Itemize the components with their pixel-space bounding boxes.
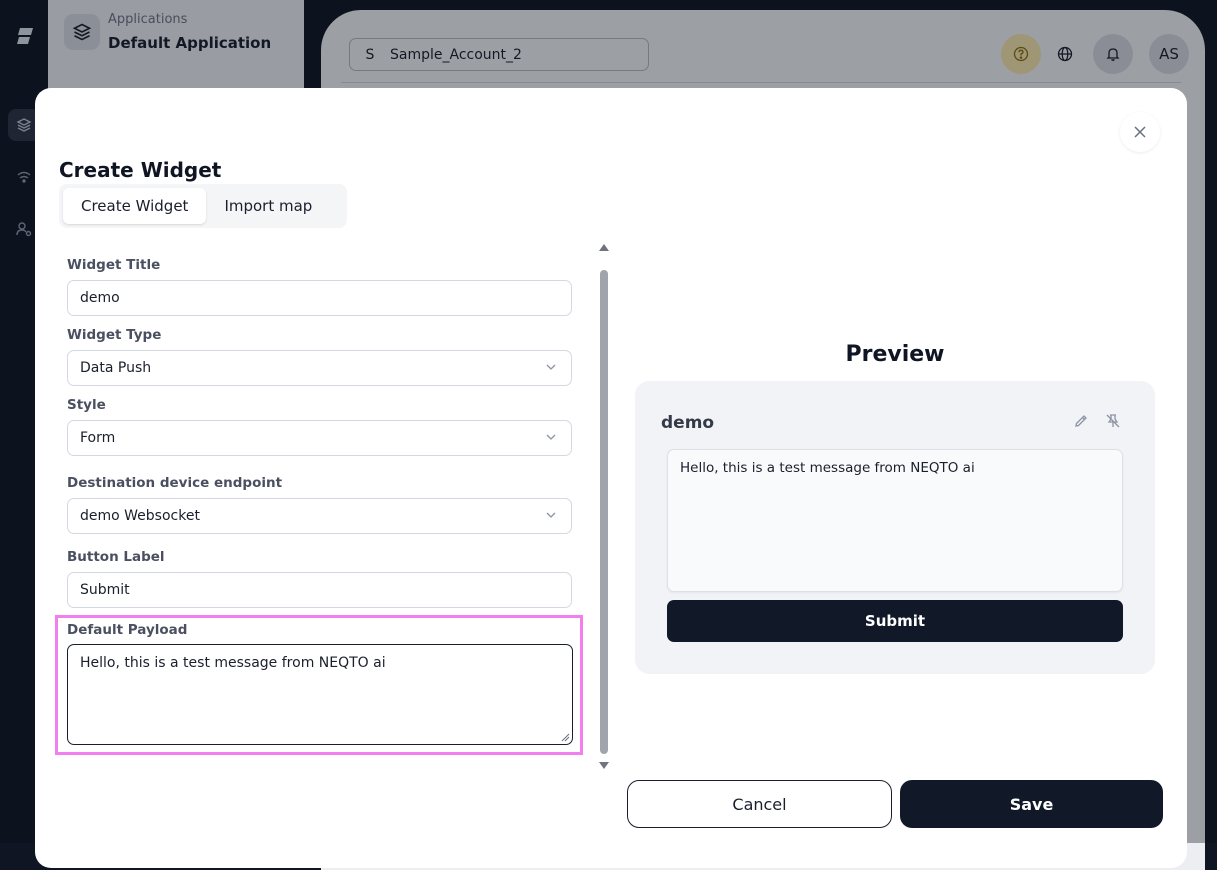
- widget-title-input[interactable]: demo: [67, 280, 572, 316]
- tab-create-widget[interactable]: Create Widget: [63, 188, 207, 224]
- pencil-icon[interactable]: [1073, 413, 1089, 429]
- scroll-up-arrow-icon[interactable]: [599, 244, 609, 251]
- button-label-input[interactable]: Submit: [67, 572, 572, 608]
- preview-message-box[interactable]: Hello, this is a test message from NEQTO…: [667, 449, 1123, 592]
- widget-type-select[interactable]: Data Push: [67, 350, 572, 386]
- tab-import-map[interactable]: Import map: [206, 188, 330, 224]
- style-select[interactable]: Form: [67, 420, 572, 456]
- tab-bar: Create Widget Import map: [59, 184, 347, 228]
- default-payload-textarea[interactable]: Hello, this is a test message from NEQTO…: [67, 644, 573, 745]
- resize-handle-icon[interactable]: [560, 732, 570, 742]
- scroll-down-arrow-icon[interactable]: [599, 762, 609, 769]
- preview-widget-name: demo: [661, 413, 715, 433]
- modal-title: Create Widget: [59, 158, 222, 182]
- button-label-value: Submit: [80, 582, 130, 598]
- preview-submit-button[interactable]: Submit: [667, 600, 1123, 642]
- style-label: Style: [67, 397, 106, 413]
- save-button[interactable]: Save: [900, 780, 1163, 828]
- unpin-icon[interactable]: [1105, 413, 1121, 429]
- chevron-down-icon: [546, 434, 556, 440]
- chevron-down-icon: [546, 512, 556, 518]
- preview-message: Hello, this is a test message from NEQTO…: [680, 460, 975, 476]
- endpoint-value: demo Websocket: [80, 508, 200, 524]
- endpoint-label: Destination device endpoint: [67, 475, 283, 491]
- scroll-thumb[interactable]: [600, 270, 608, 754]
- endpoint-select[interactable]: demo Websocket: [67, 498, 572, 534]
- close-icon[interactable]: [1120, 112, 1160, 152]
- chevron-down-icon: [546, 364, 556, 370]
- widget-type-value: Data Push: [80, 360, 152, 376]
- style-value: Form: [80, 430, 116, 446]
- form-scrollbar[interactable]: [598, 242, 610, 772]
- cancel-button[interactable]: Cancel: [627, 780, 892, 828]
- preview-heading: Preview: [845, 342, 945, 367]
- button-label-label: Button Label: [67, 549, 165, 565]
- default-payload-value: Hello, this is a test message from NEQTO…: [80, 655, 386, 671]
- preview-card: demo Hello, this is a test message from …: [635, 381, 1155, 674]
- create-widget-modal: Create Widget Create Widget Import map W…: [35, 88, 1187, 868]
- widget-title-value: demo: [80, 290, 120, 306]
- widget-title-label: Widget Title: [67, 257, 161, 273]
- widget-type-label: Widget Type: [67, 327, 162, 343]
